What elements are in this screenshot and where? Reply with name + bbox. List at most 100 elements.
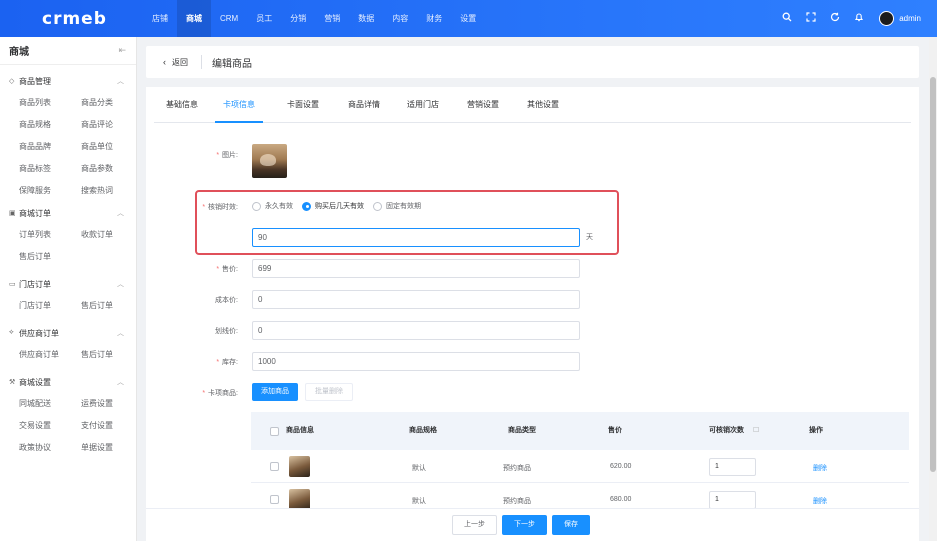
sidebar-item-product-param[interactable]: 商品参数: [81, 158, 143, 180]
scrollbar-thumb[interactable]: [930, 77, 936, 472]
sidebar-group-label: 门店订单: [19, 279, 51, 289]
row-delete-link[interactable]: 删除: [813, 496, 827, 506]
sidebar-item-store-orders[interactable]: 门店订单: [19, 295, 81, 317]
sidebar-group-label: 供应商订单: [19, 328, 59, 338]
row-checkbox[interactable]: [270, 495, 279, 504]
fullscreen-icon[interactable]: [799, 12, 823, 25]
tab-card-face[interactable]: 卡面设置: [283, 87, 323, 123]
topnav-item-crm[interactable]: CRM: [211, 0, 247, 37]
refresh-icon[interactable]: [823, 12, 847, 25]
divider: [201, 55, 202, 69]
store-icon: ▭: [9, 281, 16, 288]
brand-logo[interactable]: crmeb: [42, 9, 107, 29]
edit-form-card: 基础信息 卡项信息 卡面设置 商品详情 适用门店 营销设置 其他设置 * 图片: …: [146, 87, 919, 508]
topnav-item-data[interactable]: 数据: [349, 0, 383, 37]
sidebar-item-order-list[interactable]: 订单列表: [19, 224, 81, 246]
sidebar-item-supplier-orders[interactable]: 供应商订单: [19, 344, 81, 366]
tab-basic-info[interactable]: 基础信息: [162, 87, 202, 123]
stock-input[interactable]: 1000: [252, 352, 580, 371]
topnav-item-mall[interactable]: 商城: [177, 0, 211, 37]
row-spec: 默认: [412, 465, 426, 472]
topnav-item-content[interactable]: 内容: [383, 0, 417, 37]
topnav-item-staff[interactable]: 员工: [247, 0, 281, 37]
next-step-button[interactable]: 下一步: [502, 515, 547, 535]
sidebar-item-product-category[interactable]: 商品分类: [81, 92, 143, 114]
row-checkbox[interactable]: [270, 462, 279, 471]
sidebar-item-store-after-sales[interactable]: 售后订单: [81, 295, 143, 317]
table-row: 默认 预约商品 620.00 1 删除: [251, 450, 909, 483]
search-icon[interactable]: [775, 12, 799, 25]
topnav-item-store[interactable]: 店铺: [143, 0, 177, 37]
bell-icon[interactable]: [847, 12, 871, 25]
tab-other-settings[interactable]: 其他设置: [523, 87, 563, 123]
avatar[interactable]: [879, 11, 895, 26]
top-navbar: crmeb 店铺 商城 CRM 员工 分销 营销 数据 内容 财务 设置 adm…: [0, 0, 937, 37]
order-icon: ▣: [9, 210, 16, 217]
original-price-input[interactable]: 0: [252, 321, 580, 340]
tab-applicable-stores[interactable]: 适用门店: [403, 87, 443, 123]
sidebar-group-products[interactable]: ◇ 商品管理 ︿: [0, 70, 136, 92]
sidebar-item-shipping-settings[interactable]: 运费设置: [81, 393, 143, 415]
product-image[interactable]: [252, 144, 287, 178]
chevron-left-icon: ‹: [163, 57, 166, 67]
radio-days-after-purchase[interactable]: 购买后几天有效: [302, 201, 364, 211]
sidebar-group-store-orders[interactable]: ▭ 门店订单 ︿: [0, 273, 136, 295]
sidebar-item-product-review[interactable]: 商品评论: [81, 114, 143, 136]
column-header: 操作: [809, 427, 823, 434]
topnav-item-distribution[interactable]: 分销: [281, 0, 315, 37]
topnav-item-settings[interactable]: 设置: [451, 0, 485, 37]
sidebar-group-mall-orders[interactable]: ▣ 商城订单 ︿: [0, 202, 136, 224]
card-items-table: 商品信息 商品规格 商品类型 售价 可核销次数 ☐ 操作 默认 预约商品 620…: [251, 412, 909, 508]
cost-input[interactable]: 0: [252, 290, 580, 309]
tag-icon: ◇: [9, 78, 15, 85]
chevron-up-icon: ︿: [117, 78, 124, 85]
tab-product-detail[interactable]: 商品详情: [344, 87, 384, 123]
sidebar-item-product-brand[interactable]: 商品品牌: [19, 136, 81, 158]
column-header: 可核销次数: [709, 427, 744, 434]
sidebar-group-supplier-orders[interactable]: ⟡ 供应商订单 ︿: [0, 322, 136, 344]
price-label: * 售价:: [216, 266, 238, 273]
sidebar-item-product-spec[interactable]: 商品规格: [19, 114, 81, 136]
sidebar-item-product-unit[interactable]: 商品单位: [81, 136, 143, 158]
tab-bar: 基础信息 卡项信息 卡面设置 商品详情 适用门店 营销设置 其他设置: [154, 87, 911, 123]
price-input[interactable]: 699: [252, 259, 580, 278]
sidebar-item-payment-settings[interactable]: 支付设置: [81, 415, 143, 437]
edit-icon[interactable]: ☐: [753, 412, 759, 450]
username[interactable]: admin: [899, 14, 921, 23]
sidebar-item-policy[interactable]: 政策协议: [19, 437, 81, 459]
card-items-label: * 卡项商品:: [202, 390, 238, 397]
radio-fixed-period[interactable]: 固定有效期: [373, 201, 421, 211]
top-tools: admin: [775, 0, 921, 37]
sidebar-item-product-tag[interactable]: 商品标签: [19, 158, 81, 180]
sidebar-group-mall-settings[interactable]: ⚒ 商城设置 ︿: [0, 371, 136, 393]
select-all-checkbox[interactable]: [270, 427, 279, 436]
row-times-input[interactable]: 1: [709, 491, 756, 508]
sidebar-item-guarantee[interactable]: 保障服务: [19, 180, 81, 202]
topnav-item-finance[interactable]: 财务: [417, 0, 451, 37]
sidebar-item-payment-orders[interactable]: 收款订单: [81, 224, 143, 246]
back-button[interactable]: ‹ 返回: [163, 57, 188, 68]
days-input[interactable]: 90: [252, 228, 580, 247]
row-delete-link[interactable]: 删除: [813, 463, 827, 473]
sidebar-item-after-sales[interactable]: 售后订单: [19, 246, 81, 268]
row-times-input[interactable]: 1: [709, 458, 756, 476]
collapse-sidebar-icon[interactable]: ⇤: [118, 45, 126, 56]
image-label: * 图片:: [216, 152, 238, 159]
tab-card-info[interactable]: 卡项信息: [215, 87, 263, 123]
topnav-item-marketing[interactable]: 营销: [315, 0, 349, 37]
add-product-button[interactable]: 添加商品: [252, 383, 298, 401]
tab-marketing[interactable]: 营销设置: [463, 87, 503, 123]
sidebar-item-product-list[interactable]: 商品列表: [19, 92, 81, 114]
sidebar-item-hot-search[interactable]: 搜索热词: [81, 180, 143, 202]
sidebar-item-local-delivery[interactable]: 同城配送: [19, 393, 81, 415]
radio-permanent[interactable]: 永久有效: [252, 201, 293, 211]
row-price: 620.00: [610, 463, 632, 470]
save-button[interactable]: 保存: [552, 515, 590, 535]
sidebar-item-supplier-after-sales[interactable]: 售后订单: [81, 344, 143, 366]
sidebar-item-receipt-settings[interactable]: 单据设置: [81, 437, 143, 459]
page-scrollbar[interactable]: [929, 37, 937, 541]
sidebar-item-trade-settings[interactable]: 交易设置: [19, 415, 81, 437]
batch-delete-button[interactable]: 批量删除: [305, 383, 353, 401]
cost-label: 成本价:: [215, 297, 238, 304]
prev-step-button[interactable]: 上一步: [452, 515, 497, 535]
